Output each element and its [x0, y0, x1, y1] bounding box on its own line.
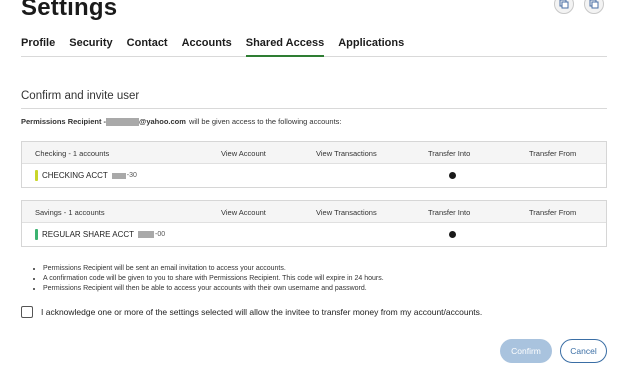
notes-list: Permissions Recipient will be sent an em… — [35, 264, 384, 294]
tab-contact[interactable]: Contact — [127, 37, 168, 57]
account-name-label: CHECKING ACCT — [42, 171, 108, 180]
list-item: Permissions Recipient will be sent an em… — [43, 264, 384, 274]
savings-accounts-table: Savings - 1 accounts View Account View T… — [21, 200, 607, 247]
account-name: REGULAR SHARE ACCT -00 — [42, 230, 165, 239]
tab-applications[interactable]: Applications — [338, 37, 404, 57]
table-row: REGULAR SHARE ACCT -00 — [22, 223, 606, 246]
confirm-button[interactable]: Confirm — [500, 339, 552, 363]
account-suffix: -30 — [126, 172, 137, 179]
section-title: Confirm and invite user — [21, 90, 140, 102]
col-transfer-into: Transfer Into — [428, 208, 471, 217]
col-view-account: View Account — [221, 208, 266, 217]
tab-accounts[interactable]: Accounts — [182, 37, 232, 57]
recipient-email-suffix: @yahoo.com — [139, 117, 186, 126]
col-view-transactions: View Transactions — [316, 208, 377, 217]
tab-profile[interactable]: Profile — [21, 37, 55, 57]
col-transfer-from: Transfer From — [529, 208, 577, 217]
copy-icon[interactable] — [554, 0, 574, 14]
col-transfer-from: Transfer From — [529, 149, 577, 158]
acknowledgement-label: I acknowledge one or more of the setting… — [41, 307, 483, 317]
cancel-button[interactable]: Cancel — [560, 339, 607, 363]
list-item: A confirmation code will be given to you… — [43, 274, 384, 284]
redacted-account-number — [138, 231, 155, 238]
account-number: -30 — [111, 172, 137, 179]
settings-tabs: Profile Security Contact Accounts Shared… — [21, 37, 607, 57]
col-transfer-into: Transfer Into — [428, 149, 471, 158]
page-title: Settings — [21, 0, 118, 21]
checking-header: Checking - 1 accounts View Account View … — [22, 142, 606, 164]
account-name-label: REGULAR SHARE ACCT — [42, 230, 135, 239]
duplicate-icon[interactable] — [584, 0, 604, 14]
recipient-text: will be given access to the following ac… — [188, 117, 342, 126]
transfer-into-selected[interactable] — [449, 231, 456, 238]
list-item: Permissions Recipient will then be able … — [43, 284, 384, 294]
checking-group-label: Checking - 1 accounts — [35, 149, 110, 158]
table-row: CHECKING ACCT -30 — [22, 164, 606, 187]
acknowledge-checkbox[interactable] — [21, 306, 33, 318]
transfer-into-selected[interactable] — [449, 172, 456, 179]
savings-header: Savings - 1 accounts View Account View T… — [22, 201, 606, 223]
col-view-account: View Account — [221, 149, 266, 158]
savings-group-label: Savings - 1 accounts — [35, 208, 105, 217]
account-suffix: -00 — [155, 231, 166, 238]
section-divider — [21, 108, 607, 109]
account-number: -00 — [138, 231, 165, 238]
tab-shared-access[interactable]: Shared Access — [245, 37, 325, 57]
tab-security[interactable]: Security — [69, 37, 112, 57]
recipient-line: Permissions Recipient - @yahoo.com will … — [21, 117, 342, 126]
account-name: CHECKING ACCT -30 — [42, 171, 137, 180]
account-color-bar — [35, 170, 38, 181]
redacted-email — [106, 117, 140, 126]
acknowledgement: I acknowledge one or more of the setting… — [21, 306, 482, 318]
checking-accounts-table: Checking - 1 accounts View Account View … — [21, 141, 607, 188]
top-actions — [554, 0, 604, 14]
redacted-account-number — [111, 172, 126, 179]
account-color-bar — [35, 229, 38, 240]
recipient-label: Permissions Recipient - — [21, 117, 107, 126]
col-view-transactions: View Transactions — [316, 149, 377, 158]
